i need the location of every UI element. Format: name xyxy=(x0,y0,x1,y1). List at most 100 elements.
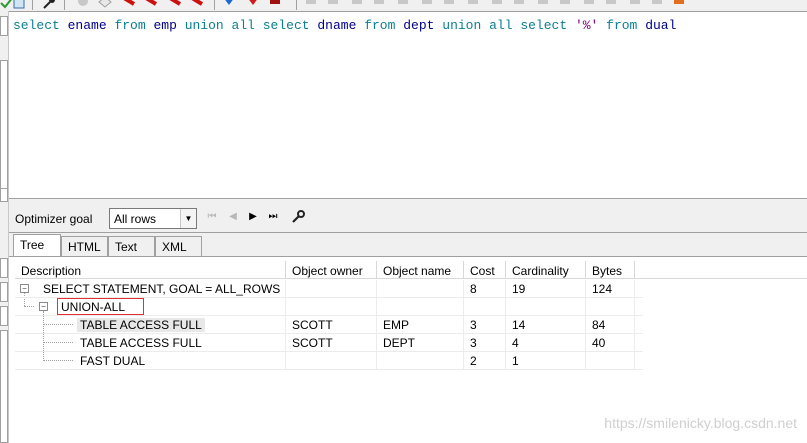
left-panel-button[interactable] xyxy=(0,306,8,326)
object-name-cell xyxy=(377,352,464,370)
table-row[interactable]: TABLE ACCESS FULL SCOTT DEPT 3 4 40 xyxy=(15,334,643,352)
next-icon[interactable]: ▶ xyxy=(246,210,260,224)
grey-icon[interactable] xyxy=(326,0,340,9)
grey-icon[interactable] xyxy=(582,0,596,9)
tab-text[interactable]: Text xyxy=(108,236,155,256)
tab-html[interactable]: HTML xyxy=(61,236,108,256)
column-header-description[interactable]: Description xyxy=(15,261,286,279)
red-tool-icon[interactable] xyxy=(144,0,158,9)
object-name-cell xyxy=(377,298,464,316)
sql-token: from xyxy=(606,18,638,33)
cost-cell: 3 xyxy=(464,316,506,334)
column-header-cardinality[interactable]: Cardinality xyxy=(506,261,586,279)
grey-icon[interactable] xyxy=(420,0,434,9)
bytes-cell xyxy=(586,298,635,316)
grey-icon[interactable] xyxy=(512,0,526,9)
left-panel-button[interactable] xyxy=(0,16,8,36)
stop-icon[interactable] xyxy=(268,0,282,9)
sql-text[interactable]: select ename from emp union all select d… xyxy=(13,18,676,33)
grey-icon[interactable] xyxy=(372,0,386,9)
description-cell: − UNION-ALL xyxy=(15,298,286,316)
grey-icon[interactable] xyxy=(396,0,410,9)
chevron-down-icon[interactable]: ▼ xyxy=(180,209,196,228)
tab-tree[interactable]: Tree xyxy=(13,234,61,257)
tab-xml[interactable]: XML xyxy=(155,236,202,256)
toolbar xyxy=(0,0,807,11)
toolbar-separator xyxy=(296,0,297,10)
left-panel-list[interactable] xyxy=(0,330,8,443)
grid-header: Description Object owner Object name Cos… xyxy=(15,261,807,279)
grey-icon[interactable] xyxy=(490,0,504,9)
cardinality-cell: 4 xyxy=(506,334,586,352)
description-text: FAST DUAL xyxy=(80,354,146,368)
sql-editor[interactable]: select ename from emp union all select d… xyxy=(9,11,807,198)
description-text: TABLE ACCESS FULL xyxy=(80,336,202,350)
cost-cell: 2 xyxy=(464,352,506,370)
sql-token: from xyxy=(114,18,146,33)
wrench-icon[interactable] xyxy=(42,0,56,9)
grey-icon[interactable] xyxy=(628,0,642,9)
sql-token: dname xyxy=(317,18,357,33)
description-text: SELECT STATEMENT, GOAL = ALL_ROWS xyxy=(43,282,281,296)
column-header-bytes[interactable]: Bytes xyxy=(586,261,635,279)
bytes-cell: 84 xyxy=(586,316,635,334)
table-row[interactable]: TABLE ACCESS FULL SCOTT EMP 3 14 84 xyxy=(15,316,643,334)
grey-icon[interactable] xyxy=(604,0,618,9)
grey-icon[interactable] xyxy=(650,0,664,9)
sql-token: union xyxy=(184,18,224,33)
left-panel-button[interactable] xyxy=(0,282,8,302)
arrow-red-icon[interactable] xyxy=(246,0,260,9)
red-tool-icon[interactable] xyxy=(122,0,136,9)
cardinality-cell: 19 xyxy=(506,280,586,298)
sql-token: all xyxy=(231,18,255,33)
left-panel-button[interactable] xyxy=(0,258,8,278)
column-header-cost[interactable]: Cost xyxy=(464,261,506,279)
previous-icon[interactable]: ◀ xyxy=(226,210,240,224)
orange-icon[interactable] xyxy=(672,0,686,9)
red-tool-icon[interactable] xyxy=(168,0,182,9)
sql-token: select xyxy=(262,18,310,33)
erase-icon[interactable] xyxy=(98,0,112,9)
sql-token: dept xyxy=(403,18,435,33)
toolbar-separator xyxy=(64,0,65,10)
description-text: TABLE ACCESS FULL xyxy=(77,318,205,332)
cardinality-cell: 14 xyxy=(506,316,586,334)
column-header-object-owner[interactable]: Object owner xyxy=(286,261,377,279)
description-cell: TABLE ACCESS FULL xyxy=(15,316,286,334)
wrench-icon[interactable] xyxy=(291,210,305,224)
grey-icon[interactable] xyxy=(536,0,550,9)
cardinality-cell: 1 xyxy=(506,352,586,370)
record-icon[interactable] xyxy=(76,0,90,9)
grey-icon[interactable] xyxy=(350,0,364,9)
optimizer-goal-select[interactable]: All rows ▼ xyxy=(109,208,197,229)
sql-token: ename xyxy=(67,18,107,33)
description-cell: FAST DUAL xyxy=(15,352,286,370)
left-panel-list[interactable] xyxy=(0,60,8,190)
grey-icon[interactable] xyxy=(442,0,456,9)
column-header-object-name[interactable]: Object name xyxy=(377,261,464,279)
grey-icon[interactable] xyxy=(558,0,572,9)
object-name-cell: EMP xyxy=(377,316,464,334)
table-row[interactable]: − SELECT STATEMENT, GOAL = ALL_ROWS 8 19… xyxy=(15,280,643,298)
grey-icon[interactable] xyxy=(466,0,480,9)
left-panel-button[interactable] xyxy=(0,188,8,202)
grey-icon[interactable] xyxy=(304,0,318,9)
table-row[interactable]: FAST DUAL 2 1 xyxy=(15,352,643,370)
arrow-down-blue-icon[interactable] xyxy=(222,0,236,9)
red-tool-icon[interactable] xyxy=(190,0,204,9)
sql-token: select xyxy=(520,18,568,33)
first-icon[interactable]: ⏮ xyxy=(205,210,219,224)
bytes-cell: 40 xyxy=(586,334,635,352)
collapse-icon[interactable]: − xyxy=(20,284,29,293)
table-row[interactable]: − UNION-ALL xyxy=(15,298,643,316)
last-icon[interactable]: ⏭ xyxy=(266,210,280,224)
object-owner-cell: SCOTT xyxy=(286,334,377,352)
collapse-icon[interactable]: − xyxy=(39,302,48,311)
description-cell: − SELECT STATEMENT, GOAL = ALL_ROWS xyxy=(15,280,286,298)
object-owner-cell xyxy=(286,280,377,298)
db-icon[interactable] xyxy=(12,0,26,9)
